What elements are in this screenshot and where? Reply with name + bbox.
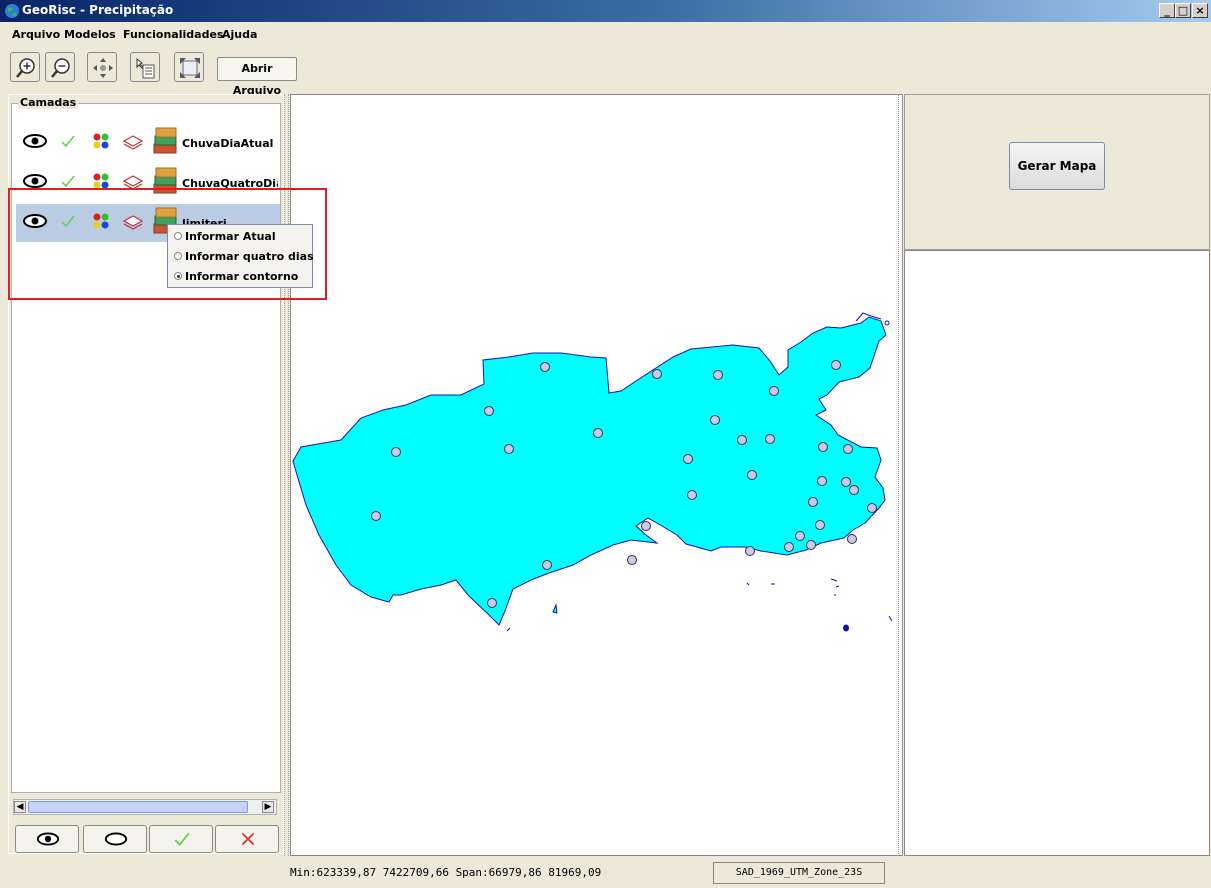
eye-icon [36, 832, 60, 846]
check-icon[interactable] [60, 133, 76, 149]
eye-icon[interactable] [22, 133, 48, 149]
station-point[interactable] [487, 598, 497, 608]
layers-stack-icon[interactable] [122, 133, 144, 151]
scroll-right-icon[interactable]: ▶ [262, 801, 274, 813]
check-icon [174, 832, 190, 846]
station-point[interactable] [815, 520, 825, 530]
eye-closed-icon [104, 832, 128, 846]
maximize-button[interactable]: □ [1175, 3, 1191, 18]
station-point[interactable] [843, 444, 853, 454]
station-point[interactable] [831, 360, 841, 370]
eye-icon[interactable] [22, 173, 48, 189]
confirm-button[interactable] [149, 825, 213, 853]
pan-icon [93, 58, 113, 78]
highlight-box [8, 188, 327, 300]
station-point[interactable] [747, 470, 757, 480]
map-extent-readout: Min:623339,87 7422709,66 Span:66979,86 8… [290, 866, 602, 879]
books-icon[interactable] [152, 126, 178, 156]
menu-bar: Arquivo Modelos Funcionalidades Ajuda [0, 22, 1211, 46]
station-point[interactable] [841, 477, 851, 487]
map-canvas[interactable] [290, 94, 903, 856]
app-globe-icon [5, 4, 19, 18]
station-point[interactable] [795, 531, 805, 541]
station-point[interactable] [484, 406, 494, 416]
station-point[interactable] [710, 415, 720, 425]
station-point[interactable] [391, 447, 401, 457]
scroll-thumb[interactable] [28, 801, 248, 813]
pan-button[interactable] [87, 52, 117, 82]
station-point[interactable] [808, 497, 818, 507]
station-point[interactable] [817, 476, 827, 486]
station-point[interactable] [504, 444, 514, 454]
check-icon[interactable] [60, 173, 76, 189]
close-icon [241, 832, 255, 846]
station-point[interactable] [818, 442, 828, 452]
station-point[interactable] [687, 490, 697, 500]
layer-label: ChuvaDiaAtual [182, 137, 274, 150]
minimize-button[interactable]: _ [1159, 3, 1175, 18]
full-extent-icon [180, 58, 200, 78]
station-point[interactable] [849, 485, 859, 495]
zoom-out-icon [51, 58, 70, 78]
open-file-button[interactable]: Abrir Arquivo [217, 57, 297, 97]
station-point[interactable] [713, 370, 723, 380]
menu-arquivo[interactable]: Arquivo [12, 28, 60, 41]
station-point[interactable] [371, 511, 381, 521]
window-title: GeoRisc - Precipitação [22, 3, 174, 17]
station-point[interactable] [627, 555, 637, 565]
station-point[interactable] [683, 454, 693, 464]
layer-row[interactable]: ChuvaDiaAtual [16, 124, 280, 162]
remove-button[interactable] [215, 825, 279, 853]
station-point[interactable] [737, 435, 747, 445]
menu-funcionalidades[interactable]: Funcionalidades [123, 28, 223, 41]
station-point[interactable] [540, 362, 550, 372]
station-point[interactable] [765, 434, 775, 444]
info-list-icon [136, 57, 155, 79]
zoom-out-button[interactable] [45, 52, 75, 82]
station-point[interactable] [745, 546, 755, 556]
station-point[interactable] [652, 369, 662, 379]
full-extent-button[interactable] [174, 52, 204, 82]
station-point[interactable] [769, 386, 779, 396]
menu-ajuda[interactable]: Ajuda [222, 28, 257, 41]
station-point[interactable] [784, 542, 794, 552]
info-button[interactable] [130, 52, 160, 82]
layers-title: Camadas [18, 96, 79, 109]
station-point[interactable] [806, 540, 816, 550]
scroll-left-icon[interactable]: ◀ [14, 801, 26, 813]
rio-boundary-polygon [292, 316, 887, 626]
right-output-panel [904, 250, 1210, 856]
generate-map-button[interactable]: Gerar Mapa [1009, 142, 1105, 190]
station-point[interactable] [542, 560, 552, 570]
zoom-in-icon [16, 58, 35, 78]
panel-divider[interactable] [898, 94, 903, 856]
color-palette-icon[interactable] [92, 133, 112, 151]
hide-all-button[interactable] [83, 825, 147, 853]
station-point[interactable] [593, 428, 603, 438]
close-button[interactable]: × [1192, 3, 1208, 18]
rio-map[interactable] [291, 95, 904, 857]
station-point[interactable] [641, 521, 651, 531]
station-point[interactable] [867, 503, 877, 513]
zoom-in-button[interactable] [10, 52, 40, 82]
show-all-button[interactable] [15, 825, 79, 853]
projection-button[interactable]: SAD_1969_UTM_Zone_23S [713, 862, 885, 884]
station-point[interactable] [847, 534, 857, 544]
title-bar: GeoRisc - Precipitação _ □ × [0, 0, 1211, 22]
layers-horizontal-scrollbar[interactable]: ◀ ▶ [13, 799, 277, 815]
menu-modelos[interactable]: Modelos [64, 28, 116, 41]
right-control-panel: Gerar Mapa [904, 94, 1210, 250]
